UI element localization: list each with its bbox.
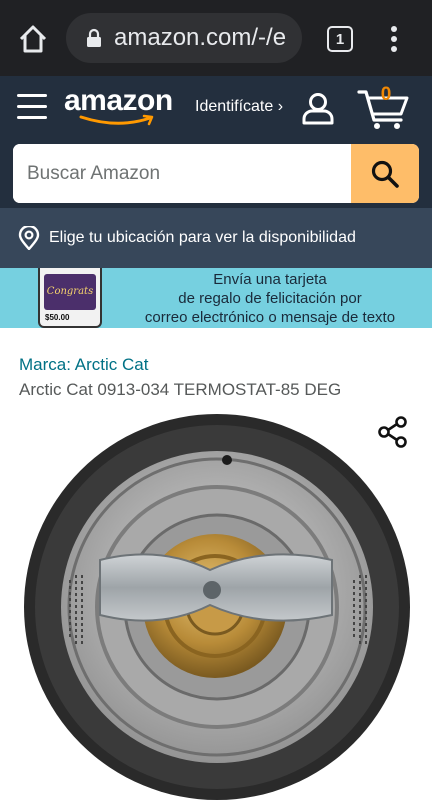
product-title: Arctic Cat 0913-034 TERMOSTAT-85 DEG: [19, 380, 342, 399]
card-price: $50.00: [45, 313, 70, 322]
logo-text: amazon: [64, 84, 173, 117]
lock-icon: [87, 28, 101, 47]
location-prompt: Elige tu ubicación para ver la disponibi…: [49, 229, 356, 246]
cart-count-badge: 0: [380, 84, 392, 105]
logo-smile-icon: [79, 114, 154, 126]
banner-text: Envía una tarjeta de regalo de felicitac…: [108, 270, 432, 327]
url-text: amazon.com/-/e: [114, 24, 287, 51]
tab-switcher-button[interactable]: 1: [327, 26, 353, 52]
gift-card-banner[interactable]: Congrats $50.00 Envía una tarjeta de reg…: [0, 268, 432, 328]
location-pin-icon: [18, 226, 40, 250]
banner-line-3: correo electrónico o mensaje de texto: [144, 309, 396, 326]
search-bar: [13, 144, 419, 203]
search-button[interactable]: [351, 144, 419, 203]
banner-line-1: Envía una tarjeta: [213, 271, 327, 288]
user-account-icon[interactable]: [300, 91, 336, 125]
search-icon: [371, 160, 399, 188]
hamburger-menu-icon[interactable]: [17, 94, 47, 120]
product-image[interactable]: [20, 410, 418, 800]
brand-link[interactable]: Marca: Arctic Cat: [19, 355, 148, 375]
card-greeting: Congrats: [46, 286, 94, 297]
more-menu-icon[interactable]: [384, 24, 404, 54]
gift-card-preview: Congrats: [44, 274, 96, 310]
banner-line-2: de regalo de felicitación por: [178, 290, 362, 307]
home-icon[interactable]: [16, 22, 50, 56]
amazon-logo[interactable]: amazon: [64, 86, 174, 130]
phone-illustration: Congrats $50.00: [38, 268, 102, 328]
search-input[interactable]: [13, 144, 351, 203]
signin-link[interactable]: Identifícate ›: [195, 98, 283, 116]
share-icon[interactable]: [378, 416, 408, 448]
address-bar[interactable]: amazon.com/-/e: [66, 13, 302, 63]
location-bar[interactable]: Elige tu ubicación para ver la disponibi…: [0, 208, 432, 268]
